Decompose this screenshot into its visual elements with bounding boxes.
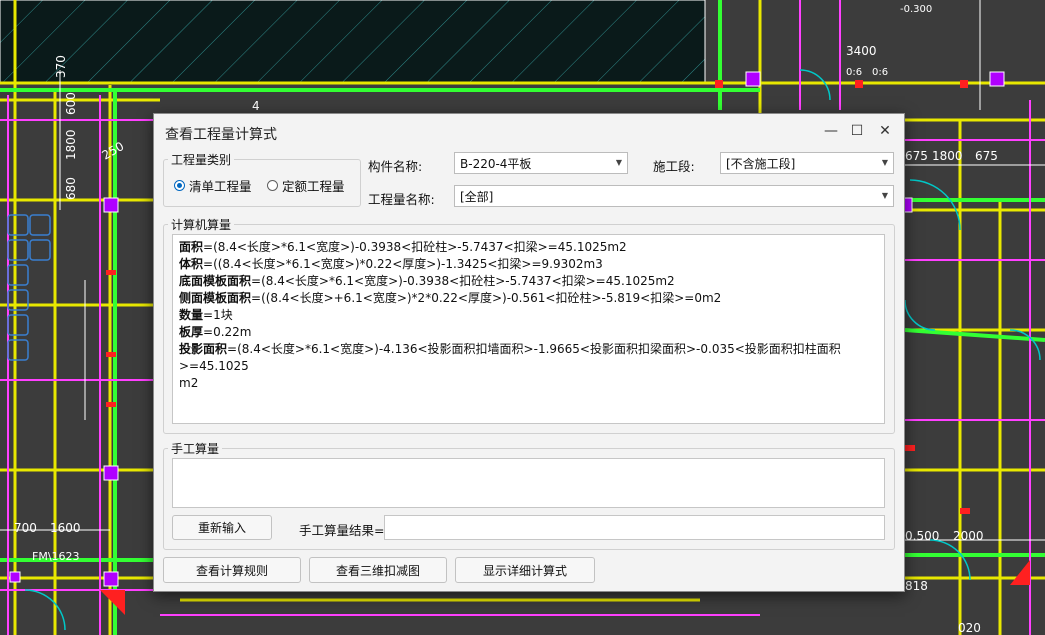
svg-text:818: 818	[905, 579, 928, 593]
calc-line: 板厚=0.22m	[179, 325, 252, 339]
quantity-name-select[interactable]: [全部] ▼	[454, 185, 894, 207]
calc-line: 侧面模板面积=((8.4<长度>+6.1<宽度>)*2*0.22<厚度>)-0.…	[179, 291, 722, 305]
chevron-down-icon: ▼	[881, 191, 888, 200]
calc-line: 体积=((8.4<长度>*6.1<宽度>)*0.22<厚度>)-1.3425<扣…	[179, 257, 603, 271]
svg-text:020: 020	[958, 621, 981, 635]
radio-selected-icon	[174, 180, 185, 191]
svg-text:600: 600	[64, 92, 78, 115]
calc-line: m2	[179, 376, 199, 390]
show-detail-formula-button[interactable]: 显示详细计算式	[455, 557, 595, 583]
chevron-down-icon: ▼	[615, 158, 622, 167]
minimize-button[interactable]: —	[818, 120, 844, 142]
svg-text:370: 370	[54, 55, 68, 78]
view-calc-rules-button[interactable]: 查看计算规则	[163, 557, 301, 583]
svg-text:4: 4	[252, 99, 260, 113]
quantity-type-legend: 工程量类别	[171, 153, 232, 167]
svg-text:0:6: 0:6	[846, 67, 862, 78]
svg-text:675: 675	[905, 149, 928, 163]
reinput-button[interactable]: 重新输入	[172, 515, 272, 540]
radio-quota-quantity-label: 定额工程量	[282, 179, 345, 194]
close-icon: ✕	[879, 123, 891, 139]
minimize-icon: —	[824, 123, 838, 139]
svg-text:-0.300: -0.300	[900, 4, 932, 15]
computer-calc-text[interactable]: 面积=(8.4<长度>*6.1<宽度>)-0.3938<扣砼柱>-5.7437<…	[172, 234, 885, 424]
construction-stage-label: 施工段:	[653, 159, 695, 174]
view-3d-deduction-button[interactable]: 查看三维扣减图	[309, 557, 447, 583]
svg-text:1800: 1800	[64, 129, 78, 160]
svg-text:680: 680	[64, 177, 78, 200]
maximize-icon: ☐	[850, 123, 864, 139]
manual-calc-legend: 手工算量	[171, 442, 220, 456]
svg-text:675: 675	[975, 149, 998, 163]
maximize-button[interactable]: ☐	[844, 120, 870, 142]
calc-line: 面积=(8.4<长度>*6.1<宽度>)-0.3938<扣砼柱>-5.7437<…	[179, 240, 627, 254]
construction-stage-value: [不含施工段]	[726, 156, 796, 171]
component-name-value: B-220-4平板	[460, 156, 532, 171]
svg-text:3400: 3400	[846, 44, 877, 58]
manual-calc-input[interactable]	[172, 458, 885, 508]
component-name-label: 构件名称:	[368, 159, 423, 174]
radio-quota-quantity[interactable]: 定额工程量	[267, 176, 345, 195]
calc-line: 数量=1块	[179, 308, 233, 322]
chevron-down-icon: ▼	[881, 158, 888, 167]
svg-text:FM\1623: FM\1623	[32, 550, 80, 563]
svg-text:1800: 1800	[932, 149, 963, 163]
radio-unselected-icon	[267, 180, 278, 191]
dialog-title: 查看工程量计算式	[165, 127, 277, 143]
manual-result-input[interactable]	[384, 515, 885, 540]
calc-line: 投影面积=(8.4<长度>*6.1<宽度>)-4.136<投影面积扣墙面积>-1…	[179, 342, 841, 373]
calc-line: 底面模板面积=(8.4<长度>*6.1<宽度>)-0.3938<扣砼柱>-5.7…	[179, 274, 675, 288]
svg-text:0.500: 0.500	[905, 529, 939, 543]
svg-text:1600: 1600	[50, 521, 81, 535]
quantity-formula-dialog: 查看工程量计算式 — ☐ ✕ 工程量类别 清单工程量 定额工程量 构件名称: B…	[153, 113, 905, 592]
svg-text:0:6: 0:6	[872, 67, 888, 78]
quantity-name-label: 工程量名称:	[368, 192, 435, 207]
component-name-select[interactable]: B-220-4平板 ▼	[454, 152, 628, 174]
svg-text:2000: 2000	[953, 529, 984, 543]
close-button[interactable]: ✕	[872, 120, 898, 142]
manual-result-label: 手工算量结果=	[299, 523, 385, 538]
quantity-name-value: [全部]	[460, 189, 494, 204]
radio-bill-quantity-label: 清单工程量	[189, 179, 252, 194]
construction-stage-select[interactable]: [不含施工段] ▼	[720, 152, 894, 174]
radio-bill-quantity[interactable]: 清单工程量	[174, 176, 252, 195]
svg-text:700: 700	[14, 521, 37, 535]
computer-calc-legend: 计算机算量	[171, 218, 232, 232]
